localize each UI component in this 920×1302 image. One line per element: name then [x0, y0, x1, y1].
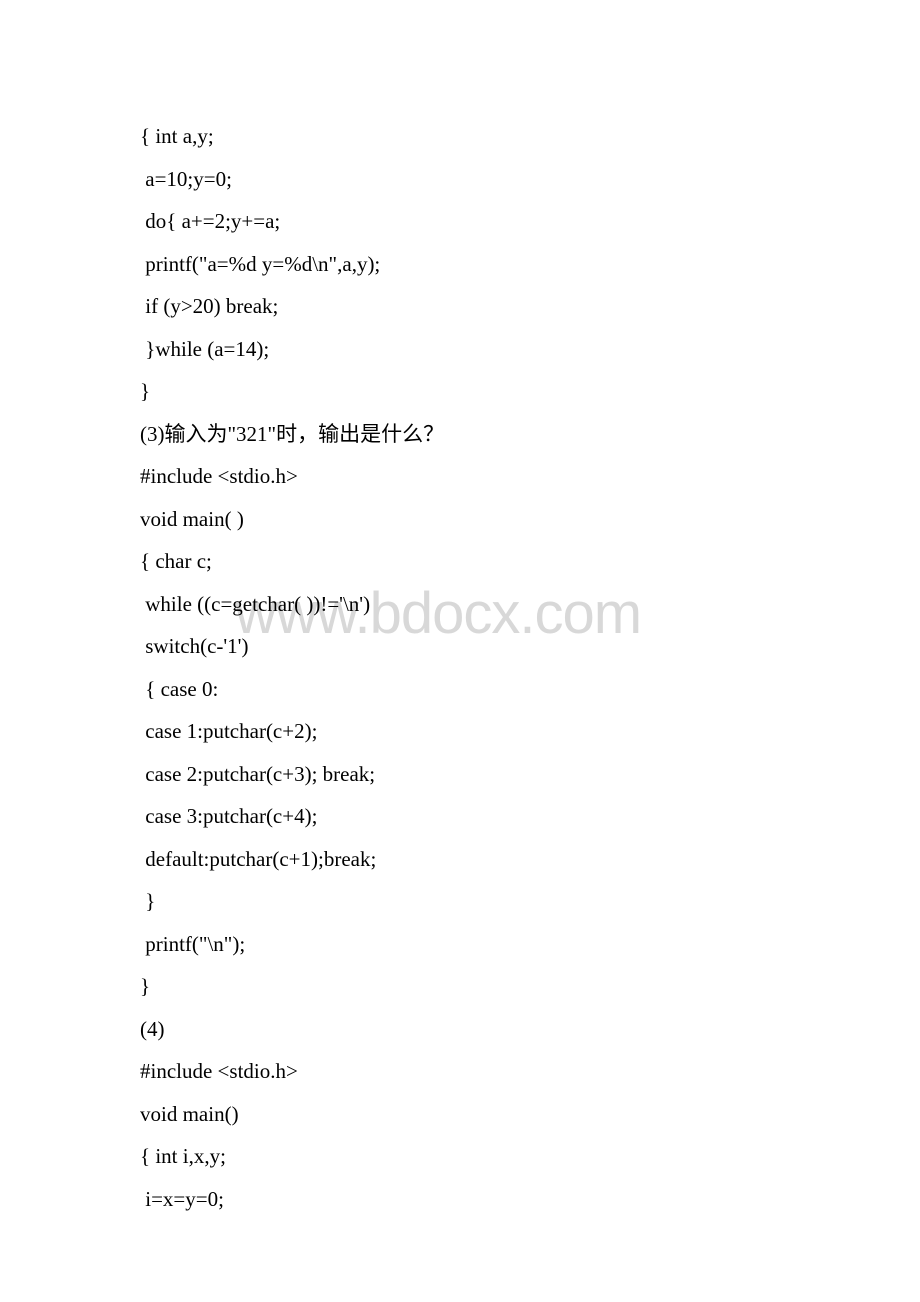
code-line: (4) [140, 1008, 920, 1051]
code-line: { case 0: [140, 668, 920, 711]
code-line: do{ a+=2;y+=a; [140, 200, 920, 243]
code-line: printf("a=%d y=%d\n",a,y); [140, 243, 920, 286]
code-line: { char c; [140, 540, 920, 583]
code-line: void main() [140, 1093, 920, 1136]
document-content: { int a,y; a=10;y=0; do{ a+=2;y+=a; prin… [140, 115, 920, 1220]
code-line: } [140, 965, 920, 1008]
code-line: } [140, 880, 920, 923]
code-line: default:putchar(c+1);break; [140, 838, 920, 881]
code-line: case 1:putchar(c+2); [140, 710, 920, 753]
code-line: void main( ) [140, 498, 920, 541]
code-line: { int a,y; [140, 115, 920, 158]
code-line: i=x=y=0; [140, 1178, 920, 1221]
code-line: printf("\n"); [140, 923, 920, 966]
code-line: switch(c-'1') [140, 625, 920, 668]
code-line: case 2:putchar(c+3); break; [140, 753, 920, 796]
code-line: } [140, 370, 920, 413]
code-line: a=10;y=0; [140, 158, 920, 201]
code-line: while ((c=getchar( ))!='\n') [140, 583, 920, 626]
code-line: #include <stdio.h> [140, 455, 920, 498]
code-line: #include <stdio.h> [140, 1050, 920, 1093]
code-line: }while (a=14); [140, 328, 920, 371]
code-line: case 3:putchar(c+4); [140, 795, 920, 838]
code-line: (3)输入为"321"时，输出是什么？ [140, 413, 920, 456]
code-line: { int i,x,y; [140, 1135, 920, 1178]
code-line: if (y>20) break; [140, 285, 920, 328]
